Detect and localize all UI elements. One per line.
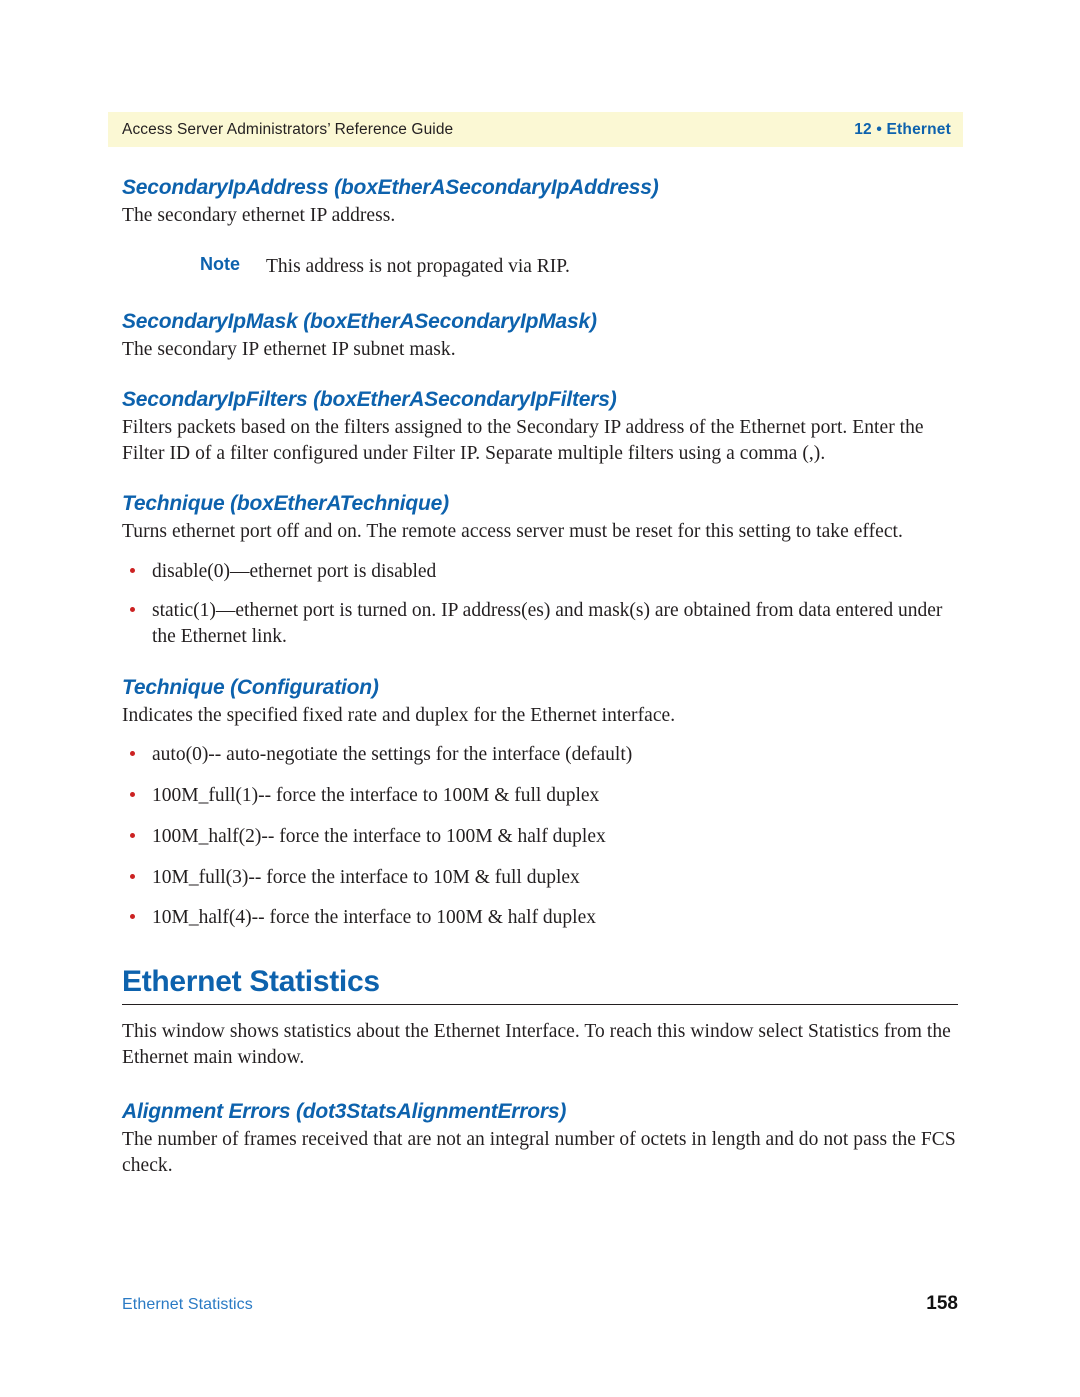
running-header: Access Server Administrators’ Reference … — [108, 112, 963, 147]
list-item-text: 10M_full(3)-- force the interface to 10M… — [152, 866, 580, 888]
technique-bullet-list: disable(0)—ethernet port is disabled sta… — [122, 559, 958, 650]
footer-section-label: Ethernet Statistics — [122, 1296, 253, 1313]
bullet-dot-icon — [130, 567, 135, 573]
body-technique-box-ether: Turns ethernet port off and on. The remo… — [122, 521, 903, 543]
section-ethernet-statistics: Ethernet Statistics This window shows st… — [122, 965, 958, 1070]
note-label: Note — [200, 254, 240, 275]
heading-secondary-ip-address: SecondaryIpAddress (boxEtherASecondaryIp… — [122, 176, 659, 199]
body-ethernet-statistics: This window shows statistics about the E… — [122, 1021, 951, 1068]
note-text: This address is not propagated via RIP. — [266, 256, 570, 278]
content-column: SecondaryIpAddress (boxEtherASecondaryIp… — [122, 176, 958, 1204]
body-technique-configuration: Indicates the specified fixed rate and d… — [122, 704, 676, 726]
body-secondary-ip-mask: The secondary IP ethernet IP subnet mask… — [122, 338, 456, 360]
body-secondary-ip-filters: Filters packets based on the filters ass… — [122, 417, 924, 464]
body-alignment-errors: The number of frames received that are n… — [122, 1129, 956, 1176]
document-page: Access Server Administrators’ Reference … — [0, 0, 1080, 1397]
list-item-text: disable(0)—ethernet port is disabled — [152, 560, 437, 582]
list-item: auto(0)-- auto-negotiate the settings fo… — [122, 742, 958, 768]
section-secondary-ip-mask: SecondaryIpMask (boxEtherASecondaryIpMas… — [122, 310, 958, 362]
heading-alignment-errors: Alignment Errors (dot3StatsAlignmentErro… — [122, 1100, 567, 1124]
bullet-dot-icon — [130, 873, 135, 879]
heading-secondary-ip-mask: SecondaryIpMask (boxEtherASecondaryIpMas… — [122, 309, 597, 333]
list-item-text: 100M_half(2)-- force the interface to 10… — [152, 825, 606, 847]
bullet-dot-icon — [130, 751, 135, 757]
list-item-text: 100M_full(1)-- force the interface to 10… — [152, 785, 600, 807]
list-item: disable(0)—ethernet port is disabled — [122, 559, 958, 585]
list-item: 100M_full(1)-- force the interface to 10… — [122, 783, 958, 809]
section-alignment-errors: Alignment Errors (dot3StatsAlignmentErro… — [122, 1100, 958, 1178]
bullet-dot-icon — [130, 792, 135, 798]
list-item: 10M_full(3)-- force the interface to 10M… — [122, 865, 958, 891]
list-item: 100M_half(2)-- force the interface to 10… — [122, 824, 958, 850]
bullet-dot-icon — [130, 832, 135, 838]
list-item: static(1)—ethernet port is turned on. IP… — [122, 598, 958, 649]
header-chapter-label: 12 • Ethernet — [854, 120, 951, 138]
section-technique-box-ether: Technique (boxEtherATechnique) Turns eth… — [122, 492, 958, 650]
section-secondary-ip-filters: SecondaryIpFilters (boxEtherASecondaryIp… — [122, 388, 958, 466]
heading-technique-configuration: Technique (Configuration) — [122, 675, 379, 699]
footer-page-number: 158 — [926, 1293, 958, 1314]
bullet-dot-icon — [130, 607, 135, 613]
configuration-bullet-list: auto(0)-- auto-negotiate the settings fo… — [122, 742, 958, 931]
heading-secondary-ip-filters: SecondaryIpFilters (boxEtherASecondaryIp… — [122, 388, 617, 412]
header-guide-title: Access Server Administrators’ Reference … — [122, 120, 454, 138]
section-secondary-ip-address: SecondaryIpAddress (boxEtherASecondaryIp… — [122, 176, 958, 228]
bullet-dot-icon — [130, 914, 135, 920]
section-divider — [122, 1003, 958, 1006]
list-item: 10M_half(4)-- force the interface to 100… — [122, 905, 958, 931]
list-item-text: static(1)—ethernet port is turned on. IP… — [152, 600, 943, 648]
body-secondary-ip-address: The secondary ethernet IP address. — [122, 205, 396, 227]
list-item-text: auto(0)-- auto-negotiate the settings fo… — [152, 744, 633, 766]
heading-technique-box-ether: Technique (boxEtherATechnique) — [122, 492, 449, 516]
note-callout: Note This address is not propagated via … — [122, 254, 958, 279]
section-technique-configuration: Technique (Configuration) Indicates the … — [122, 676, 958, 931]
page-title: Ethernet Statistics — [122, 964, 380, 998]
page-footer: Ethernet Statistics 158 — [122, 1293, 958, 1315]
list-item-text: 10M_half(4)-- force the interface to 100… — [152, 907, 597, 929]
